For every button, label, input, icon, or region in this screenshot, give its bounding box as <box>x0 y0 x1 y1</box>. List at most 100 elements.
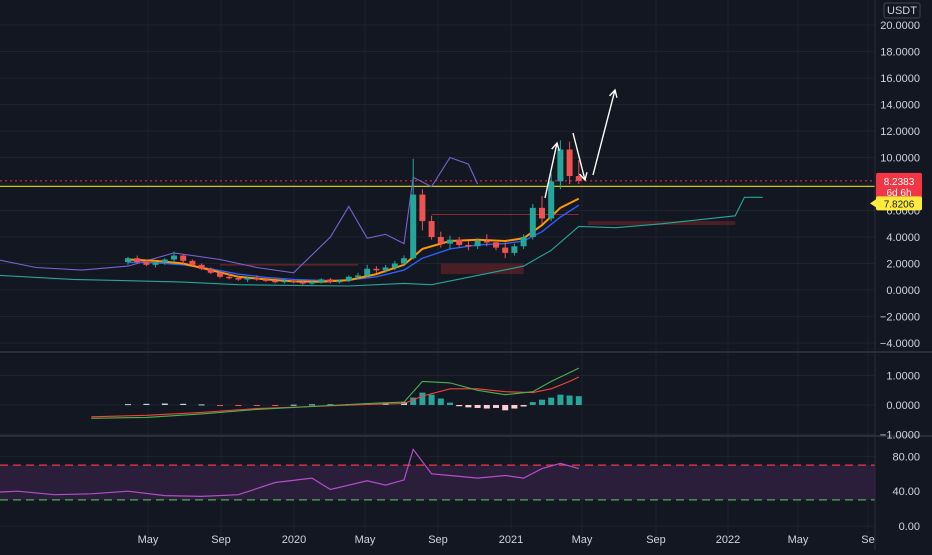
arrow-line <box>592 89 616 176</box>
candle-down <box>143 262 150 265</box>
time-tick-label: May <box>788 534 809 546</box>
candle-down <box>575 176 582 181</box>
candle-up <box>410 194 417 259</box>
rsi-tick-label: 80.00 <box>892 451 920 463</box>
price-tick-label: 0.0000 <box>886 285 920 297</box>
macd-histogram-bar <box>253 405 260 406</box>
macd-histogram-bar <box>419 392 426 405</box>
candle-down <box>299 282 306 284</box>
candle-up <box>281 280 288 283</box>
time-tick-label: 2021 <box>499 534 523 546</box>
time-tick-label: Sep <box>211 534 231 546</box>
candle-down <box>456 239 463 245</box>
candle-down <box>493 242 499 248</box>
candle-down <box>437 237 444 244</box>
candle-up <box>391 263 398 268</box>
candle-up <box>152 262 159 265</box>
price-tags: 8.23836d 6h7.8206 <box>870 172 922 211</box>
price-tick-label: 14.0000 <box>880 100 920 112</box>
macd-tick-label: −1.0000 <box>880 430 920 442</box>
candle-down <box>373 268 380 271</box>
candle-up <box>401 258 407 264</box>
candle-down <box>539 207 545 219</box>
time-tick-label: Se <box>861 534 874 546</box>
macd-histogram-bar <box>502 405 509 411</box>
macd-histogram-bar <box>575 396 582 405</box>
baseline-price-value: 7.8206 <box>884 199 915 210</box>
candle-down <box>483 240 490 243</box>
macd-histogram-bar <box>474 405 481 408</box>
macd-signal-line <box>91 376 580 418</box>
candle-down <box>189 260 196 265</box>
candle-down <box>198 264 205 269</box>
candle-down <box>272 280 279 283</box>
rsi-band <box>0 464 875 501</box>
candle-down <box>226 276 233 279</box>
candle-up <box>511 246 518 253</box>
candle-down <box>428 221 435 237</box>
price-tick-label: 12.0000 <box>880 126 920 138</box>
candle-up <box>355 275 361 277</box>
candle-up <box>171 255 177 260</box>
candle-up <box>309 282 315 284</box>
candle-up <box>447 239 453 244</box>
resistance-zone <box>588 221 736 226</box>
candle-up <box>345 276 352 281</box>
time-tick-label: 2020 <box>282 534 306 546</box>
candle-up <box>557 149 564 182</box>
macd-histogram-bar <box>161 403 168 405</box>
candle-up <box>529 207 536 237</box>
macd-histogram-bar <box>272 405 279 406</box>
macd-histogram-bar <box>235 405 242 406</box>
candle-down <box>217 272 223 277</box>
macd-histogram-bar <box>529 402 536 405</box>
candle-down <box>419 194 426 222</box>
macd-tick-label: 0.0000 <box>886 400 920 412</box>
candle-down <box>502 247 509 253</box>
macd-histogram-bar <box>548 397 555 405</box>
time-axis[interactable]: May Sep 2020 May Sep 2021 May Sep 2022 May Se <box>138 534 875 546</box>
macd-histogram-bar <box>539 399 545 405</box>
macd-histogram-bar <box>557 394 564 405</box>
candle-up <box>125 258 131 263</box>
candle-up <box>336 280 343 283</box>
macd-histogram-bar <box>465 405 472 408</box>
chart-stage[interactable]: 20.0000 18.0000 16.0000 14.0000 12.0000 10.00… <box>0 0 932 550</box>
macd-histogram-bar <box>125 404 131 406</box>
time-tick-label: May <box>138 534 159 546</box>
price-axis[interactable]: 20.0000 18.0000 16.0000 14.0000 12.0000 10.00… <box>880 2 921 533</box>
trading-chart[interactable]: 20.0000 18.0000 16.0000 14.0000 12.0000 10.00… <box>0 0 932 550</box>
macd-histogram-bar <box>483 405 490 409</box>
macd-histogram-bar <box>309 404 315 406</box>
macd-histogram-bar <box>143 403 150 405</box>
time-tick-label: Sep <box>646 534 666 546</box>
candle-down <box>207 268 214 273</box>
macd-histogram-bar <box>566 395 573 405</box>
bollinger-upper-line <box>0 156 479 274</box>
candle-up <box>548 181 555 219</box>
candle-down <box>235 278 242 280</box>
price-tick-label: 2.0000 <box>886 259 920 271</box>
price-tick-label: 20.0000 <box>880 20 920 32</box>
candle-down <box>566 149 573 177</box>
candle-down <box>327 279 334 283</box>
macd-histogram-bar <box>180 403 187 405</box>
price-tick-label: 16.0000 <box>880 73 920 85</box>
rsi-background-band <box>0 465 875 500</box>
macd-tick-label: 1.0000 <box>886 371 920 383</box>
candle-down <box>263 279 269 281</box>
macd-histogram-bar <box>217 405 223 406</box>
time-tick-label: 2022 <box>716 534 740 546</box>
candle-up <box>318 279 325 283</box>
candle-up <box>244 278 251 280</box>
grid <box>0 0 875 537</box>
candle-down <box>465 244 472 247</box>
currency-label: USDT <box>887 5 917 17</box>
rsi-tick-label: 40.00 <box>892 486 920 498</box>
time-tick-label: May <box>355 534 376 546</box>
macd-histogram-bar <box>428 394 435 405</box>
price-tick-label: 10.0000 <box>880 153 920 165</box>
candle-up <box>161 259 168 263</box>
candle-up <box>364 268 371 276</box>
time-tick-label: Sep <box>428 534 448 546</box>
